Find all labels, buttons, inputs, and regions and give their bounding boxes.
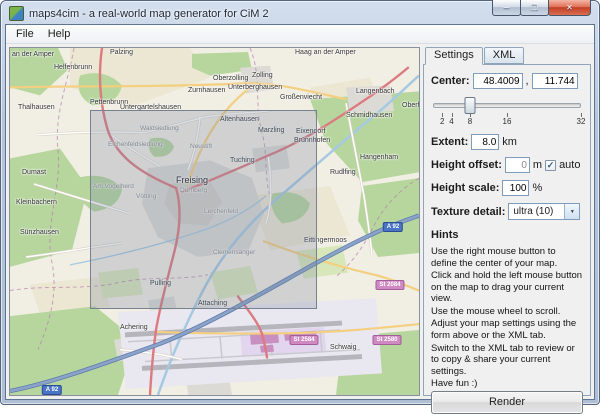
texture-detail-value: ultra (10) <box>513 206 553 217</box>
center-separator: , <box>526 75 529 87</box>
render-button[interactable]: Render <box>431 391 583 414</box>
slider-tick-label: 16 <box>503 117 512 126</box>
slider-tick-label: 32 <box>577 117 586 126</box>
texture-detail-select[interactable]: ultra (10) ▼ <box>508 203 580 220</box>
height-offset-unit: m <box>533 159 542 171</box>
height-scale-row: Height scale: % <box>431 180 583 196</box>
app-window: maps4cim - a real-world map generator fo… <box>0 0 600 405</box>
hint-line: Use the mouse wheel to scroll. <box>431 306 583 318</box>
texture-detail-label: Texture detail: <box>431 206 505 218</box>
extent-row: Extent: km <box>431 134 583 150</box>
auto-checkbox-label[interactable]: auto <box>559 159 580 171</box>
extent-label: Extent: <box>431 136 468 148</box>
app-icon <box>9 6 24 21</box>
settings-tab-content: Center: , 24 8 16 32 Extent: km <box>423 64 591 396</box>
main-area: an der AmperPalzingHaag an der AmperHelf… <box>6 44 594 399</box>
menu-file[interactable]: File <box>9 27 41 41</box>
tab-settings[interactable]: Settings <box>425 47 483 65</box>
center-lon-input[interactable] <box>532 73 578 89</box>
hints-text: Use the right mouse button to define the… <box>431 246 583 391</box>
window-title: maps4cim - a real-world map generator fo… <box>29 8 269 20</box>
chevron-down-icon[interactable]: ▼ <box>564 204 579 219</box>
center-row: Center: , <box>431 73 583 89</box>
hint-line: Switch to the XML tab to review or to co… <box>431 343 583 378</box>
height-offset-row: Height offset: m ✓ auto <box>431 157 583 173</box>
center-label: Center: <box>431 75 470 87</box>
center-lat-input[interactable] <box>473 73 523 89</box>
hint-line: Click and hold the left mouse button on … <box>431 270 583 305</box>
minimize-button[interactable]: ─ <box>492 0 521 16</box>
slider-track[interactable] <box>433 103 581 108</box>
tab-xml[interactable]: XML <box>484 47 525 64</box>
height-scale-unit: % <box>532 182 542 194</box>
menu-bar: File Help <box>6 25 594 44</box>
title-bar[interactable]: maps4cim - a real-world map generator fo… <box>5 1 595 24</box>
hint-line: Adjust your map settings using the form … <box>431 318 583 341</box>
slider-tick-label: 2 <box>440 117 444 126</box>
hints-title: Hints <box>431 229 583 241</box>
hint-line: Use the right mouse button to define the… <box>431 246 583 269</box>
height-scale-label: Height scale: <box>431 182 499 194</box>
window-controls: ─❐✕ <box>493 0 591 16</box>
height-offset-input[interactable] <box>505 157 530 173</box>
tab-strip: Settings XML <box>423 47 591 64</box>
slider-tick-label: 4 <box>449 117 453 126</box>
extent-unit: km <box>502 136 517 148</box>
map-selection-rect[interactable] <box>90 110 317 309</box>
map-view[interactable]: an der AmperPalzingHaag an der AmperHelf… <box>9 47 420 396</box>
slider-tick-label: 8 <box>468 117 472 126</box>
slider-thumb[interactable] <box>465 97 476 114</box>
height-scale-input[interactable] <box>502 180 529 196</box>
auto-checkbox[interactable]: ✓ <box>545 160 556 171</box>
settings-panel: Settings XML Center: , 24 8 16 32 <box>423 47 591 396</box>
extent-input[interactable] <box>471 134 499 150</box>
extent-slider[interactable]: 2481632 <box>433 96 581 126</box>
menu-help[interactable]: Help <box>41 27 78 41</box>
height-offset-label: Height offset: <box>431 159 502 171</box>
texture-detail-row: Texture detail: ultra (10) ▼ <box>431 203 583 220</box>
window-client-area: File Help <box>5 24 595 400</box>
close-button[interactable]: ✕ <box>548 0 591 16</box>
hint-line: Have fun :) <box>431 378 583 390</box>
maximize-button[interactable]: ❐ <box>520 0 549 16</box>
